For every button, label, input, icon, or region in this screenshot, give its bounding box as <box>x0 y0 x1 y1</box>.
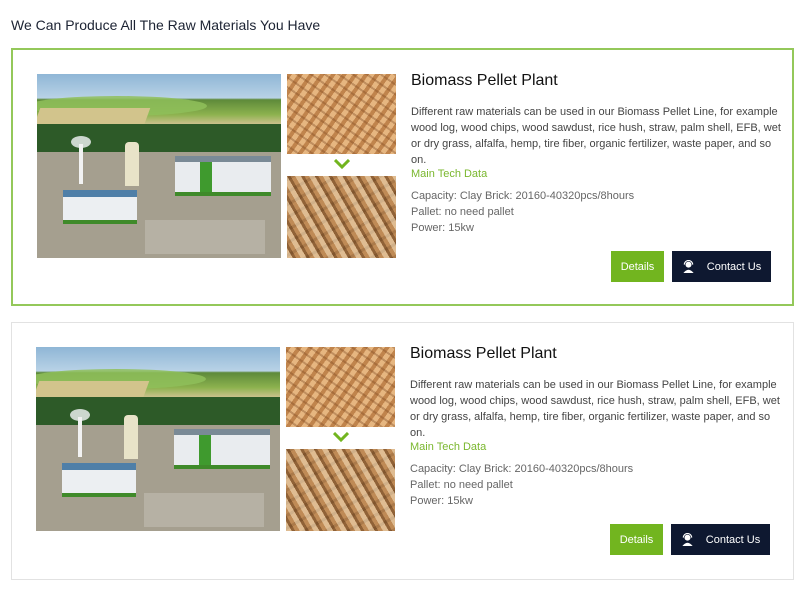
wood-chips-photo <box>287 74 396 154</box>
details-button[interactable]: Details <box>610 524 663 555</box>
section-heading: We Can Produce All The Raw Materials You… <box>11 17 321 33</box>
product-card: Biomass Pellet Plant Different raw mater… <box>11 48 794 306</box>
chevron-down-icon <box>286 427 395 449</box>
spec-power: Power: 15kw <box>411 222 474 234</box>
product-card: Biomass Pellet Plant Different raw mater… <box>11 322 794 580</box>
wood-pellets-photo <box>286 449 395 531</box>
tech-data-label: Main Tech Data <box>411 168 488 180</box>
customer-service-icon <box>683 260 694 273</box>
contact-us-button[interactable]: Contact Us <box>671 524 770 555</box>
wood-chips-photo <box>286 347 395 427</box>
tech-data-label: Main Tech Data <box>410 441 487 453</box>
spec-capacity: Capacity: Clay Brick: 20160-40320pcs/8ho… <box>410 463 634 475</box>
contact-us-label: Contact Us <box>706 260 762 273</box>
product-description: Different raw materials can be used in o… <box>411 106 781 166</box>
spec-pallet: Pallet: no need pallet <box>410 479 513 491</box>
plant-photo <box>37 74 281 258</box>
spec-pallet: Pallet: no need pallet <box>411 206 514 218</box>
product-title: Biomass Pellet Plant <box>411 72 558 89</box>
spec-power: Power: 15kw <box>410 495 473 507</box>
plant-photo <box>36 347 280 531</box>
product-description: Different raw materials can be used in o… <box>410 379 780 439</box>
product-title: Biomass Pellet Plant <box>410 345 557 362</box>
chevron-down-icon <box>287 154 396 176</box>
spec-capacity: Capacity: Clay Brick: 20160-40320pcs/8ho… <box>411 190 635 202</box>
contact-us-label: Contact Us <box>705 533 761 546</box>
contact-us-button[interactable]: Contact Us <box>672 251 771 282</box>
wood-pellets-photo <box>287 176 396 258</box>
details-button[interactable]: Details <box>611 251 664 282</box>
customer-service-icon <box>682 533 693 546</box>
